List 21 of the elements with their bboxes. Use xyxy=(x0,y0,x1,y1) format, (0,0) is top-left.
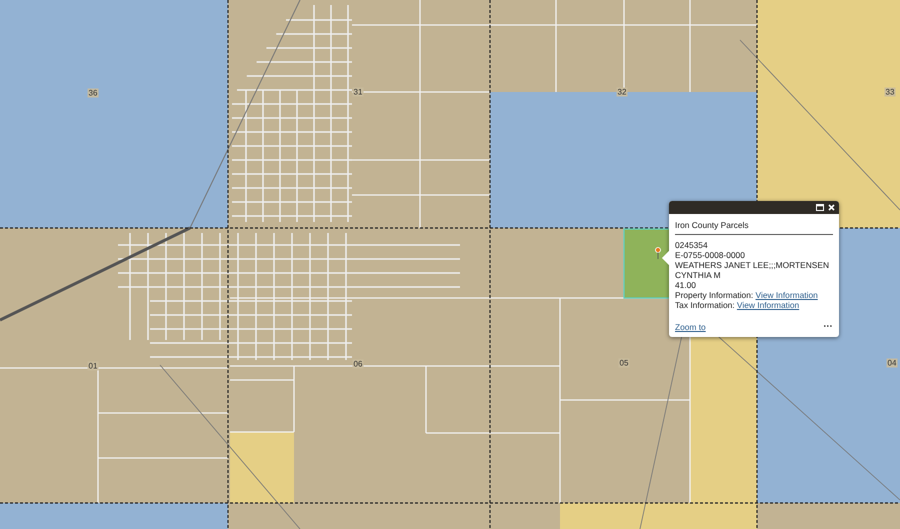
pin-icon xyxy=(655,247,661,260)
section-label: 33 xyxy=(884,88,896,96)
parcel-info-text: WEATHERS JANET LEE;;;MORTENSEN CYNTHIA M xyxy=(675,260,830,280)
section-label: 04 xyxy=(886,358,898,368)
popup-title: Iron County Parcels xyxy=(675,220,833,235)
parcel-info-text: 0245354 xyxy=(675,240,709,250)
parcel-info-text: E-0755-0008-0000 xyxy=(675,250,746,260)
section-label: 31 xyxy=(352,88,364,96)
section-label: 06 xyxy=(352,360,364,368)
view-information-link[interactable]: View Information xyxy=(736,300,800,310)
section-label: 36 xyxy=(88,88,98,98)
close-icon[interactable] xyxy=(828,204,835,211)
section-label: 01 xyxy=(88,362,98,370)
section-label: 05 xyxy=(618,358,630,368)
view-information-link[interactable]: View Information xyxy=(756,290,818,300)
parcel-info-text: 41.00 xyxy=(675,280,697,290)
field-label: Tax Information: xyxy=(675,300,735,310)
field-label: Property Information: xyxy=(675,290,754,300)
zoom-to-link[interactable]: Zoom to xyxy=(675,322,706,332)
maximize-icon[interactable] xyxy=(816,204,824,211)
section-label: 32 xyxy=(616,88,628,96)
